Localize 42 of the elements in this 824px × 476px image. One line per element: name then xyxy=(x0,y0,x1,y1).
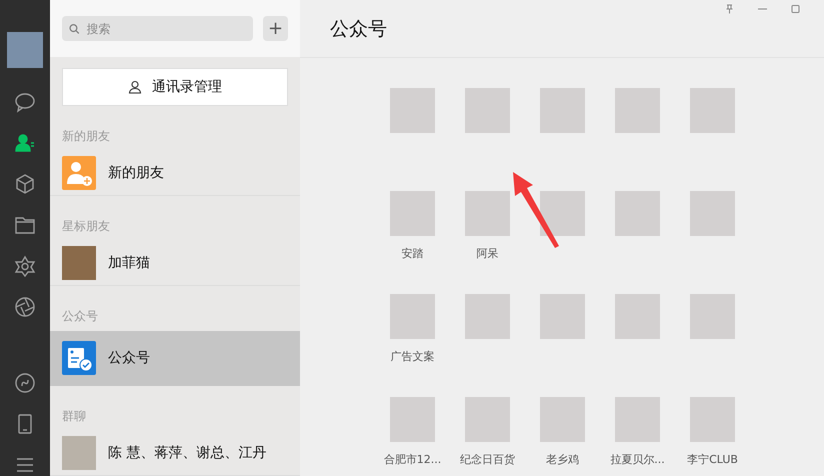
avatar-photo-placeholder[interactable] xyxy=(7,32,43,68)
account-avatar-placeholder[interactable] xyxy=(540,191,585,236)
account-name: 老乡鸡 xyxy=(546,452,579,467)
account-name: 合肥市12... xyxy=(384,452,442,467)
contact-name: 新的朋友 xyxy=(108,164,164,182)
contact-name: 公众号 xyxy=(108,349,150,368)
pin-icon[interactable] xyxy=(725,4,734,14)
section-header: 群聊 xyxy=(61,408,87,426)
contact-item[interactable]: 公众号 xyxy=(50,330,300,386)
contact-item[interactable]: 加菲猫 xyxy=(50,240,300,286)
contacts-manage-button[interactable]: 通讯录管理 xyxy=(62,68,288,106)
aperture-icon[interactable] xyxy=(14,296,36,318)
link-icon[interactable] xyxy=(14,372,36,394)
add-friend-icon xyxy=(62,156,96,190)
account-name: 阿呆 xyxy=(476,246,498,261)
page-title: 公众号 xyxy=(330,16,387,42)
account-name: 安踏 xyxy=(402,246,424,261)
account-name: 李宁CLUB xyxy=(687,452,738,467)
person-icon xyxy=(128,80,142,94)
cube-icon[interactable] xyxy=(14,173,36,195)
official-account-icon xyxy=(62,341,96,376)
add-button[interactable]: + xyxy=(263,16,288,42)
account-name: 广告文案 xyxy=(390,349,434,364)
section-header: 星标朋友 xyxy=(61,218,111,235)
search-icon xyxy=(69,22,80,35)
contacts-icon[interactable] xyxy=(14,132,36,154)
account-name: 纪念日百货 xyxy=(460,452,515,467)
group-avatar-placeholder xyxy=(62,436,96,470)
search-field[interactable]: 搜索 xyxy=(62,16,253,42)
account-name: 拉夏贝尔... xyxy=(610,452,665,467)
search-input[interactable]: 搜索 xyxy=(84,20,246,37)
contact-item[interactable]: 陈 慧、蒋萍、谢总、江丹 xyxy=(50,431,300,476)
photo-placeholder xyxy=(62,246,96,280)
contact-name: 加菲猫 xyxy=(108,254,150,272)
section-header: 新的朋友 xyxy=(61,128,111,145)
contact-name: 陈 慧、蒋萍、谢总、江丹 xyxy=(108,444,266,462)
button-label: 通讯录管理 xyxy=(152,78,222,96)
star-icon[interactable] xyxy=(14,255,36,277)
chat-icon[interactable] xyxy=(14,91,36,113)
contact-item[interactable]: 新的朋友 xyxy=(50,150,300,196)
section-header: 公众号 xyxy=(61,308,99,325)
maximize-icon[interactable] xyxy=(791,4,800,14)
